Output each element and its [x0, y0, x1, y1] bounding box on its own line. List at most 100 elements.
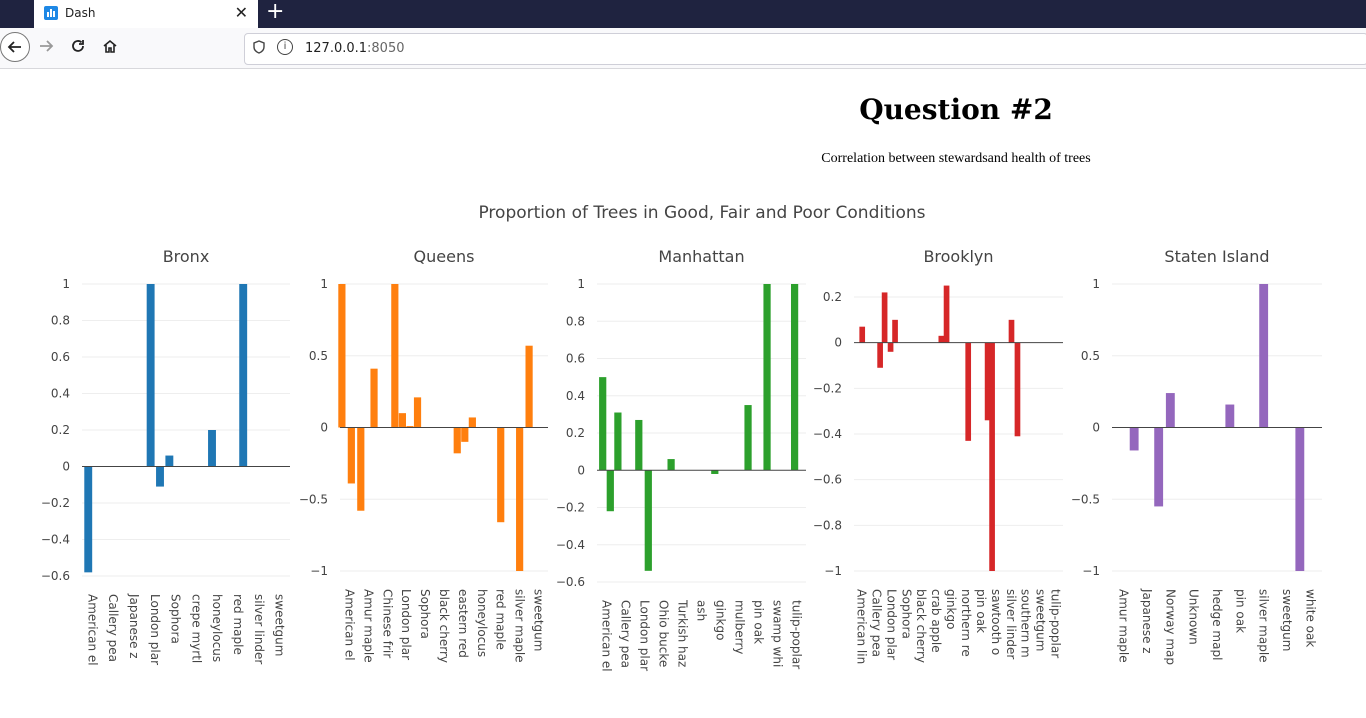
x-tick-label: silver maple: [513, 589, 527, 663]
x-tick-label: mulberry: [733, 600, 747, 654]
url-text[interactable]: 127.0.0.1:8050: [305, 41, 405, 56]
bar: [239, 284, 248, 467]
y-tick-label: 0.6: [51, 350, 70, 364]
subplot-title: Bronx: [163, 247, 210, 266]
bar: [413, 397, 422, 428]
y-tick-label: 0.8: [51, 314, 70, 328]
x-tick-label: Chinese frir: [380, 589, 394, 658]
x-tick-label: American lin: [854, 589, 868, 664]
x-tick-label: sawtooth o: [989, 589, 1003, 655]
y-tick-label: 0.2: [566, 426, 585, 440]
chart-title: Proportion of Trees in Good, Fair and Po…: [478, 203, 925, 223]
x-tick-label: Ohio bucke: [657, 600, 671, 667]
bar: [644, 470, 652, 571]
x-tick-label: hedge mapl: [1210, 589, 1224, 660]
x-tick-label: American el: [85, 594, 99, 666]
x-tick-label: Sophora: [169, 594, 183, 644]
bar: [453, 427, 461, 454]
bar: [525, 345, 533, 428]
bar: [146, 284, 155, 467]
x-tick-label: sweetgum: [273, 594, 287, 656]
bar: [497, 427, 505, 523]
x-tick-label: Callery pea: [619, 600, 633, 668]
bar: [1295, 427, 1305, 571]
y-tick-label: −0.6: [41, 569, 70, 583]
bar: [156, 466, 164, 487]
new-tab-button[interactable]: +: [266, 0, 284, 24]
bar: [357, 427, 365, 511]
x-tick-label: London plar: [148, 594, 162, 665]
bar: [1225, 404, 1235, 428]
x-tick-label: crab apple: [929, 589, 943, 653]
x-tick-label: silver linder: [1004, 589, 1018, 659]
x-tick-label: northern re: [959, 589, 973, 657]
x-tick-label: Callery pea: [106, 594, 120, 662]
site-info-icon[interactable]: i: [277, 39, 293, 55]
x-tick-label: silver linder: [252, 594, 266, 664]
bar: [892, 319, 898, 343]
y-tick-label: 0: [577, 463, 585, 477]
bar: [1259, 284, 1269, 428]
y-tick-label: 0.5: [309, 349, 328, 363]
y-tick-label: 0: [62, 460, 70, 474]
back-button[interactable]: [0, 32, 30, 62]
x-tick-label: pin oak: [1233, 589, 1247, 633]
bar: [711, 470, 719, 474]
x-tick-label: black cherry: [437, 589, 451, 663]
x-tick-label: London plar: [884, 589, 898, 660]
tab-close-icon[interactable]: ✕: [235, 3, 248, 22]
bar: [1014, 342, 1021, 437]
reload-icon: [72, 40, 84, 52]
y-tick-label: −0.2: [813, 381, 842, 395]
x-tick-label: American el: [342, 589, 356, 661]
x-tick-label: ginkgo: [714, 600, 728, 640]
bar: [938, 335, 945, 343]
home-icon: [103, 39, 117, 53]
bar: [790, 284, 799, 471]
subplot-figure: Proportion of Trees in Good, Fair and Po…: [41, 203, 1322, 672]
bar: [881, 292, 888, 343]
browser-tab-strip: Dash ✕ +: [0, 0, 1366, 28]
bar: [989, 342, 995, 571]
y-tick-label: 0.6: [566, 352, 585, 366]
browser-tab[interactable]: Dash ✕: [34, 0, 258, 28]
back-arrow-icon: [7, 41, 21, 53]
y-tick-label: 0.5: [1081, 349, 1100, 363]
x-tick-label: crepe myrtl: [189, 594, 203, 663]
x-tick-label: Japanese z: [1140, 588, 1154, 654]
x-tick-label: London plar: [638, 600, 652, 671]
shield-icon[interactable]: [253, 40, 265, 58]
forward-button[interactable]: [38, 38, 54, 59]
bar: [635, 419, 643, 471]
x-tick-label: London plar: [399, 589, 413, 660]
subplot-title: Staten Island: [1164, 247, 1269, 266]
y-tick-label: −0.4: [41, 533, 70, 547]
x-tick-label: Unknown: [1187, 589, 1201, 645]
bar: [614, 412, 622, 471]
bar: [165, 455, 174, 467]
x-tick-label: silver maple: [1257, 589, 1271, 663]
x-tick-label: Japanese z: [127, 593, 141, 659]
y-tick-label: 0.4: [51, 387, 70, 401]
x-tick-label: Norway map: [1163, 589, 1177, 665]
bar: [859, 326, 866, 343]
x-tick-label: black cherry: [914, 589, 928, 663]
x-tick-label: Callery pea: [869, 589, 883, 657]
y-tick-label: −0.2: [556, 501, 585, 515]
x-tick-label: white oak: [1303, 589, 1317, 647]
url-port: :8050: [367, 41, 405, 56]
y-tick-label: 1: [320, 277, 328, 291]
address-bar[interactable]: i 127.0.0.1:8050: [244, 33, 1366, 65]
home-button[interactable]: [102, 38, 118, 59]
bar: [347, 427, 355, 484]
x-tick-label: sweetgum: [532, 589, 546, 651]
bar: [1129, 427, 1139, 451]
y-tick-label: −0.6: [556, 575, 585, 589]
url-host: 127.0.0.1: [305, 41, 368, 56]
x-tick-label: sweetgum: [1034, 589, 1048, 651]
y-tick-label: −0.4: [813, 427, 842, 441]
y-tick-label: −1: [310, 564, 328, 578]
reload-button[interactable]: [70, 38, 86, 59]
x-tick-label: Amur maple: [1117, 589, 1131, 663]
y-tick-label: −0.8: [813, 518, 842, 532]
